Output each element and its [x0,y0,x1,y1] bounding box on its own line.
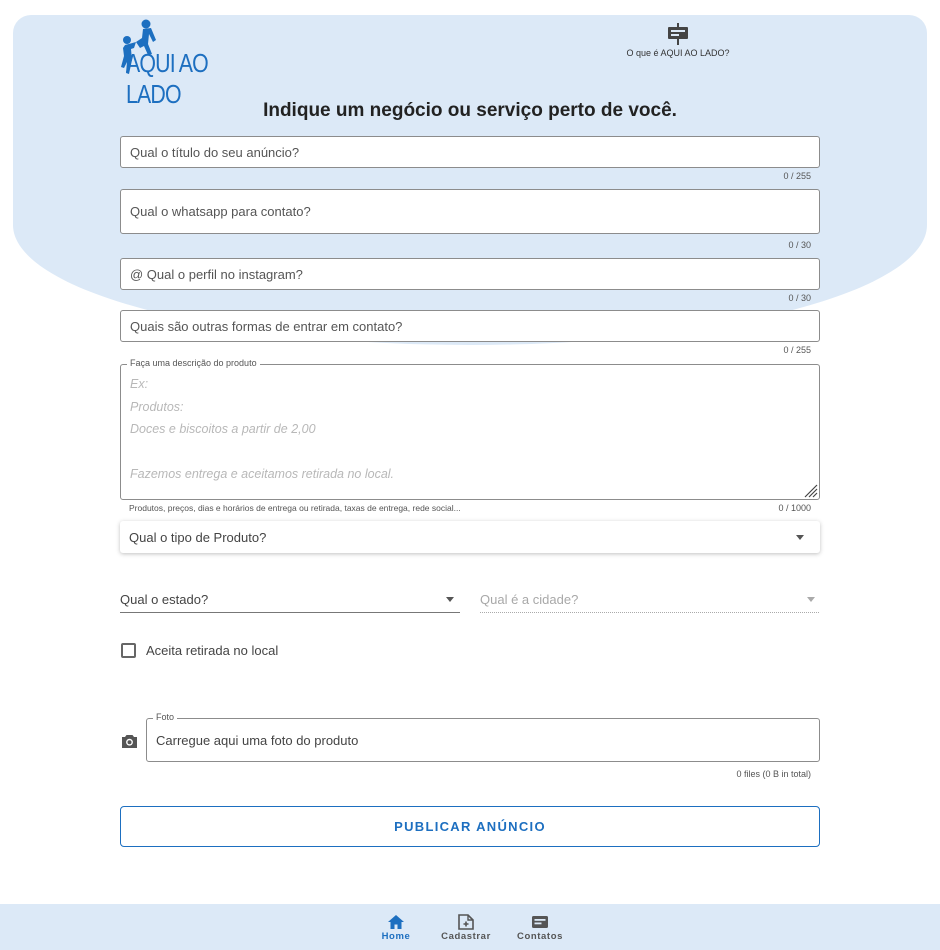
camera-icon[interactable] [121,733,138,749]
photo-label: Foto [153,712,178,722]
whatsapp-counter: 0 / 30 [788,240,811,250]
add-document-icon [458,914,474,930]
city-select[interactable]: Qual é a cidade? [480,589,819,613]
bottom-navigation: Home Cadastrar Contatos [0,904,940,950]
city-placeholder: Qual é a cidade? [480,592,579,607]
instagram-counter: 0 / 30 [788,293,811,303]
contacts-card-icon [532,916,548,928]
about-link[interactable]: O que é AQUI AO LADO? [620,22,736,58]
whatsapp-placeholder: Qual o whatsapp para contato? [130,204,311,219]
about-label: O que é AQUI AO LADO? [626,48,730,58]
photo-placeholder: Carregue aqui uma foto do produto [156,733,359,748]
title-placeholder: Qual o título do seu anúncio? [130,144,300,160]
description-placeholder: Ex: Produtos: Doces e biscoitos a partir… [130,377,395,481]
nav-contatos-label: Contatos [517,931,563,942]
title-counter: 0 / 255 [783,171,811,181]
page-title: Indique um negócio ou serviço perto de v… [263,100,677,121]
pickup-option[interactable]: Aceita retirada no local [121,643,278,658]
resize-handle-icon[interactable] [802,482,818,498]
home-icon [388,915,404,929]
nav-cadastrar-label: Cadastrar [441,931,491,942]
product-type-select[interactable]: Qual o tipo de Produto? [120,521,820,553]
state-placeholder: Qual o estado? [120,592,209,607]
description-counter: 0 / 1000 [778,503,811,513]
state-select[interactable]: Qual o estado? [120,589,460,613]
title-input[interactable]: Qual o título do seu anúncio? [120,136,820,168]
nav-contatos[interactable]: Contatos [514,914,566,942]
publish-button[interactable]: PUBLICAR ANÚNCIO [120,806,820,847]
chevron-down-icon [807,597,815,602]
description-hint: Produtos, preços, dias e horários de ent… [129,503,461,513]
photo-files-total: 0 files (0 B in total) [736,769,811,779]
nav-home-label: Home [381,931,411,942]
nav-home[interactable]: Home [378,914,414,942]
chevron-down-icon [446,597,454,602]
whatsapp-input[interactable]: Qual o whatsapp para contato? [120,189,820,234]
signpost-icon [668,23,688,45]
pickup-checkbox[interactable] [121,643,136,658]
description-textarea[interactable]: Faça uma descrição do produto Ex: Produt… [120,358,820,500]
other-contacts-counter: 0 / 255 [783,345,811,355]
instagram-placeholder: @ Qual o perfil no instagram? [130,266,303,282]
other-contacts-input[interactable]: Quais são outras formas de entrar em con… [120,310,820,342]
instagram-input[interactable]: @ Qual o perfil no instagram? [120,258,820,290]
photo-upload-field[interactable]: Foto Carregue aqui uma foto do produto [146,712,820,762]
nav-cadastrar[interactable]: Cadastrar [438,914,494,942]
other-contacts-placeholder: Quais são outras formas de entrar em con… [130,318,403,334]
brand-logo[interactable]: AQUI AO LADO [118,18,248,109]
pickup-label: Aceita retirada no local [146,643,279,658]
chevron-down-icon [796,535,804,540]
description-label: Faça uma descrição do produto [127,358,260,368]
product-type-placeholder: Qual o tipo de Produto? [129,529,267,545]
